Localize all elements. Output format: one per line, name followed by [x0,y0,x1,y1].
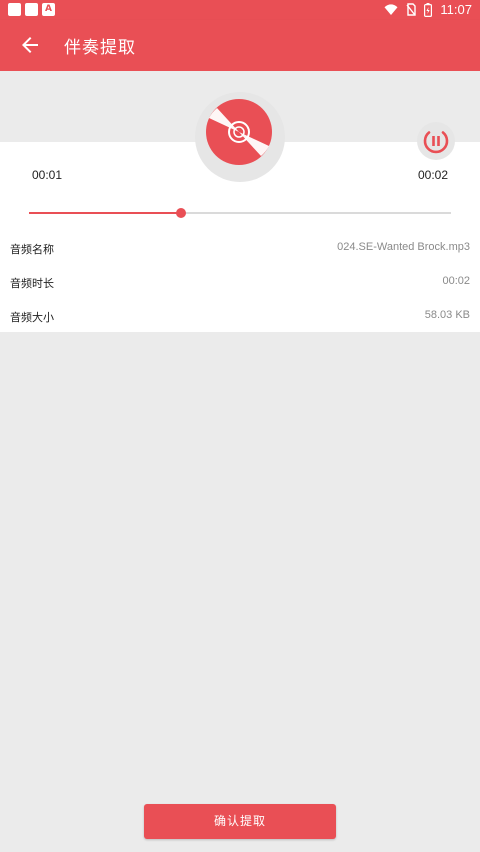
info-label: 音频大小 [10,311,54,324]
info-label: 音频时长 [10,277,54,290]
app-square-icon [8,3,21,16]
status-bar: A 11:07 [0,0,480,20]
app-square-icon [25,3,38,16]
battery-icon [424,2,433,17]
info-row-size: 音频大小 58.03 KB [0,309,480,343]
total-time: 00:02 [417,168,448,182]
seek-thumb[interactable] [175,208,186,218]
back-button[interactable] [18,33,42,57]
page-title: 伴奏提取 [64,38,136,58]
status-system-icons: 11:07 [384,2,472,17]
pause-icon [423,131,449,154]
disc-icon [206,99,272,165]
no-sim-icon [406,3,417,16]
arrow-left-icon [22,37,38,53]
info-row-duration: 音频时长 00:02 [0,275,480,309]
info-value: 024.SE-Wanted Brock.mp3 [337,241,470,253]
info-row-name: 音频名称 024.SE-Wanted Brock.mp3 [0,241,480,275]
wifi-icon [384,3,398,15]
current-time: 00:01 [32,168,63,182]
seek-bar[interactable] [29,208,451,218]
info-label: 音频名称 [10,243,54,256]
app-bar: 伴奏提取 [0,20,480,71]
info-value: 58.03 KB [424,309,470,321]
status-notification-icons: A [8,3,55,16]
seek-progress [29,212,181,214]
android-a-icon: A [42,3,55,16]
status-time: 11:07 [440,2,472,17]
info-value: 00:02 [442,275,470,287]
confirm-extract-button[interactable]: 确认提取 [144,804,336,839]
